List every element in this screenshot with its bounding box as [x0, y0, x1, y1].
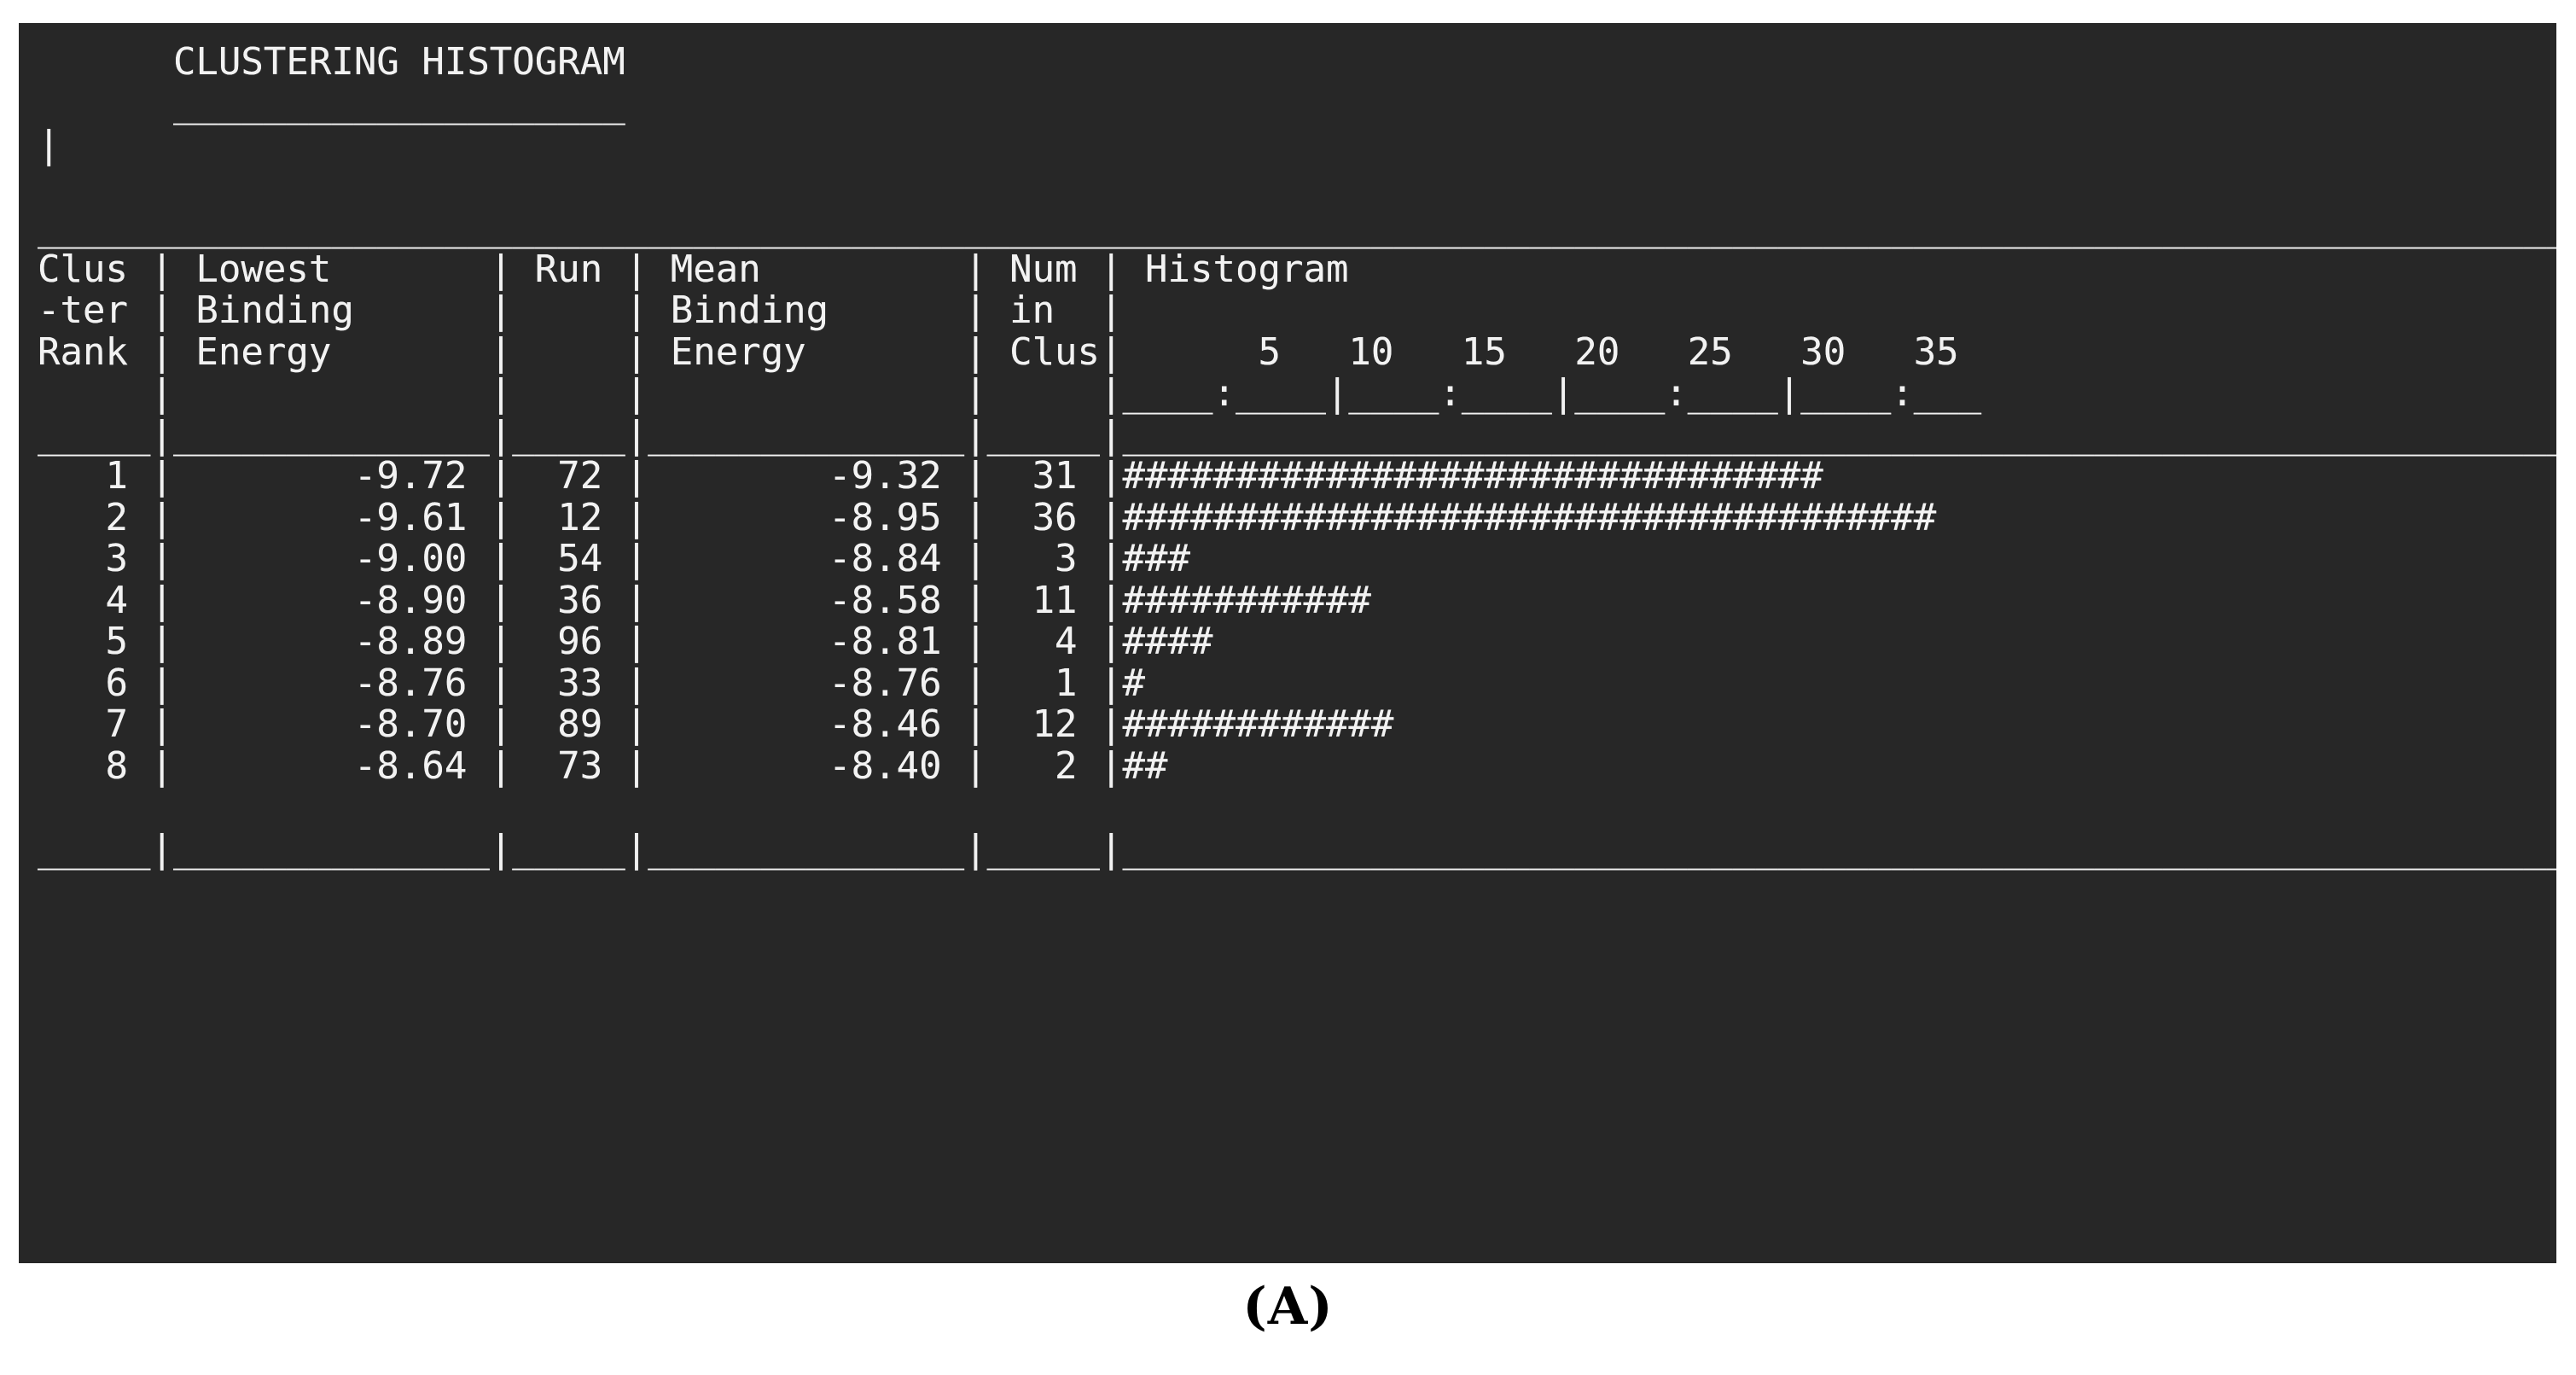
figure-caption: (A): [1242, 1277, 1334, 1337]
figure-container: CLUSTERING HISTOGRAM ___________________…: [0, 0, 2576, 1375]
terminal-window: CLUSTERING HISTOGRAM ___________________…: [19, 23, 2556, 1263]
clustering-histogram-console-output: CLUSTERING HISTOGRAM ___________________…: [38, 40, 2556, 871]
